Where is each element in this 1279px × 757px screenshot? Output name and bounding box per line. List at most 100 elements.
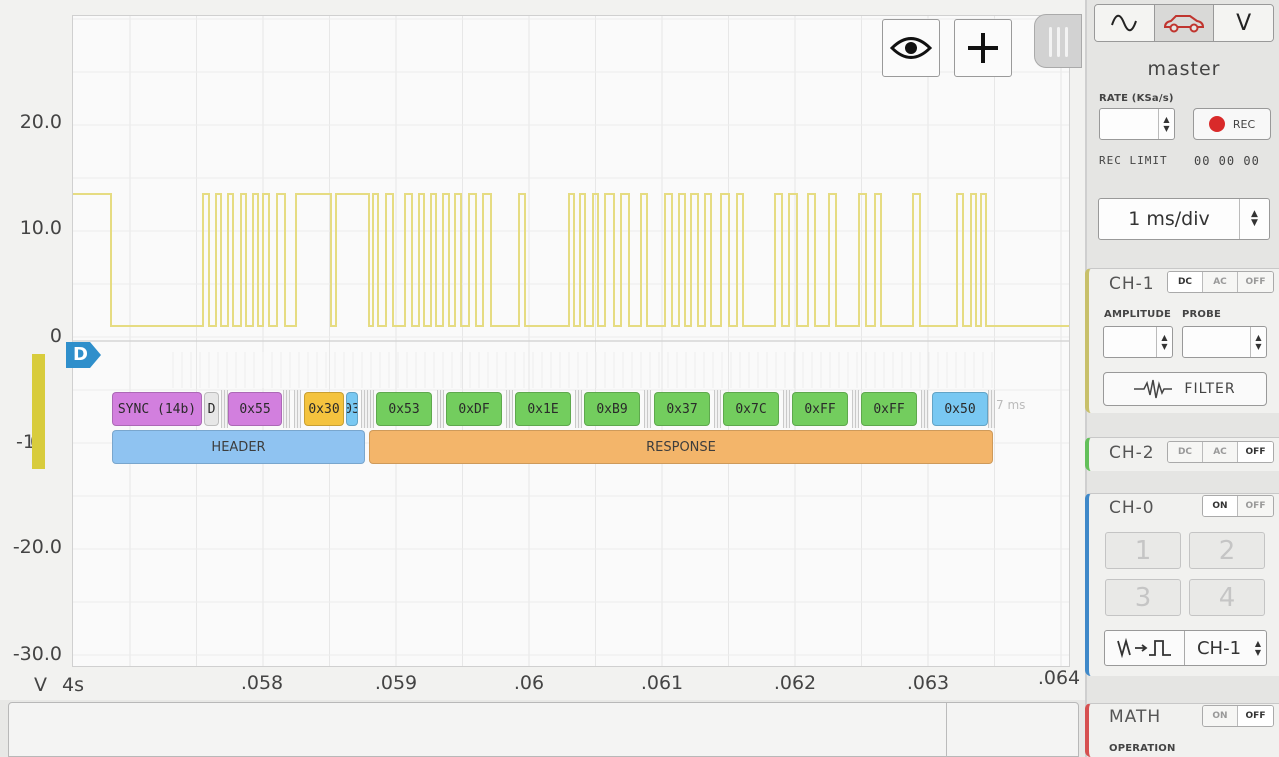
ch1-title: CH-1	[1109, 274, 1155, 294]
math-on-button[interactable]: ON	[1203, 706, 1238, 726]
x-tick-label: .063	[906, 672, 950, 694]
ch1-coupling: DC AC OFF	[1167, 271, 1274, 293]
sine-wave-icon	[1111, 14, 1138, 32]
plus-icon	[968, 33, 998, 63]
stepper-arrows-icon[interactable]: ▲ ▼	[1158, 109, 1174, 139]
rate-label: RATE (KSa/s)	[1099, 93, 1174, 104]
v-icon: V	[1236, 10, 1252, 36]
decoded-packet[interactable]: 0xB9	[584, 392, 640, 426]
math-state: ON OFF	[1202, 705, 1274, 727]
timebase-value: 1 ms/div	[1128, 208, 1210, 230]
rec-limit-value: 00 00 00	[1194, 154, 1260, 168]
packet-separator	[852, 390, 859, 428]
filter-label: FILTER	[1184, 381, 1236, 397]
x-tick-label: .059	[374, 672, 418, 694]
amplitude-label: AMPLITUDE	[1104, 309, 1171, 320]
decoded-packet[interactable]: 0x37	[654, 392, 710, 426]
digital-marker-label: D	[73, 344, 88, 365]
ch0-on-button[interactable]: ON	[1203, 496, 1238, 516]
ch2-off-button[interactable]: OFF	[1238, 442, 1273, 462]
packet-separator	[294, 390, 301, 428]
amplitude-stepper[interactable]: ▲ ▼	[1103, 326, 1173, 358]
tab-voltage[interactable]: V	[1214, 5, 1273, 41]
ch2-coupling: DC AC OFF	[1167, 441, 1274, 463]
ch1-off-button[interactable]: OFF	[1238, 272, 1273, 292]
math-title: MATH	[1109, 707, 1162, 727]
ch0-off-button[interactable]: OFF	[1238, 496, 1273, 516]
math-off-button[interactable]: OFF	[1238, 706, 1273, 726]
stepper-arrows-icon[interactable]: ▲ ▼	[1250, 327, 1266, 357]
decoded-packet[interactable]: 0xDF	[446, 392, 502, 426]
rate-stepper[interactable]: ▲ ▼	[1099, 108, 1175, 140]
decoded-packet[interactable]: 0x1E	[515, 392, 571, 426]
x-tick-label: .064	[1037, 667, 1081, 689]
ch0-title: CH-0	[1109, 498, 1155, 518]
decoded-packet[interactable]: 0x30	[304, 392, 344, 426]
y-tick-label: -30.0	[12, 643, 62, 665]
decoded-packet[interactable]: D	[204, 392, 219, 426]
waveform-svg	[73, 16, 1069, 666]
header-frame[interactable]: HEADER	[112, 430, 365, 464]
x-tick-label: .058	[240, 672, 284, 694]
decoded-packet[interactable]: 0x50	[932, 392, 988, 426]
tab-waveform[interactable]	[1095, 5, 1155, 41]
digital-channel-1-button[interactable]: 1	[1105, 532, 1181, 569]
decoded-packet[interactable]: SYNC (14b)	[112, 392, 202, 426]
ch1-dc-button[interactable]: DC	[1168, 272, 1203, 292]
record-button[interactable]: REC	[1193, 108, 1271, 140]
x-tick-label: .06	[513, 672, 545, 694]
y-axis-unit: V	[34, 674, 47, 696]
rec-limit-label: REC LIMIT	[1099, 154, 1168, 167]
decoded-packet[interactable]: 0x7C	[723, 392, 779, 426]
packet-separator	[283, 390, 290, 428]
bottom-bar-divider	[946, 703, 947, 757]
packet-separator	[437, 390, 444, 428]
stepper-arrows-icon[interactable]: ▲ ▼	[1156, 327, 1172, 357]
bottom-status-bar[interactable]	[8, 702, 1079, 757]
signal-icon	[1134, 379, 1173, 399]
y-tick-label: -20.0	[12, 536, 62, 558]
probe-stepper[interactable]: ▲ ▼	[1182, 326, 1267, 358]
source-arrows-icon[interactable]: ▲ ▼	[1250, 631, 1266, 665]
digital-channel-3-button[interactable]: 3	[1105, 579, 1181, 616]
digital-channel-4-button[interactable]: 4	[1189, 579, 1265, 616]
digital-source-value: CH-1	[1196, 637, 1242, 659]
channel-level-bar[interactable]	[32, 354, 45, 469]
decoded-packet[interactable]: 03	[346, 392, 358, 426]
mode-tabs: V	[1094, 4, 1274, 42]
decoded-packet[interactable]: 0x55	[228, 392, 282, 426]
digital-channel-2-button[interactable]: 2	[1189, 532, 1265, 569]
ch2-title: CH-2	[1109, 443, 1155, 463]
rate-value	[1100, 109, 1154, 139]
tab-automotive[interactable]	[1154, 5, 1215, 41]
visibility-button[interactable]	[882, 19, 940, 77]
packet-separator	[714, 390, 721, 428]
add-button[interactable]	[954, 19, 1012, 77]
response-frame[interactable]: RESPONSE	[369, 430, 993, 464]
ch1-ac-button[interactable]: AC	[1203, 272, 1238, 292]
ch2-ac-button[interactable]: AC	[1203, 442, 1238, 462]
decoded-packet[interactable]: 0xFF	[792, 392, 848, 426]
oscilloscope-plot[interactable]	[72, 15, 1070, 667]
digital-source-select[interactable]: CH-1 ▲ ▼	[1104, 630, 1267, 666]
packet-separator	[988, 390, 995, 428]
decoded-packet[interactable]: 0x53	[376, 392, 432, 426]
x-axis-unit: 4s	[62, 674, 84, 696]
eye-icon	[890, 37, 932, 59]
filter-button[interactable]: FILTER	[1103, 372, 1267, 406]
y-tick-label: 20.0	[19, 111, 62, 133]
side-drawer-handle[interactable]	[1034, 14, 1082, 68]
x-tick-label: .061	[640, 672, 684, 694]
ch2-dc-button[interactable]: DC	[1168, 442, 1203, 462]
y-tick-label: 10.0	[19, 217, 62, 239]
packet-separator	[644, 390, 651, 428]
digital-trigger-marker[interactable]: D	[64, 340, 102, 370]
car-icon	[1163, 15, 1205, 33]
record-dot-icon	[1208, 116, 1225, 132]
timebase-select[interactable]: 1 ms/div ▲ ▼	[1098, 198, 1270, 240]
ch1-waveform	[73, 193, 1069, 327]
timebase-arrows-icon[interactable]: ▲ ▼	[1239, 199, 1269, 239]
record-label: REC	[1232, 117, 1256, 131]
decoded-packet[interactable]: 0xFF	[861, 392, 917, 426]
packet-separator	[921, 390, 928, 428]
